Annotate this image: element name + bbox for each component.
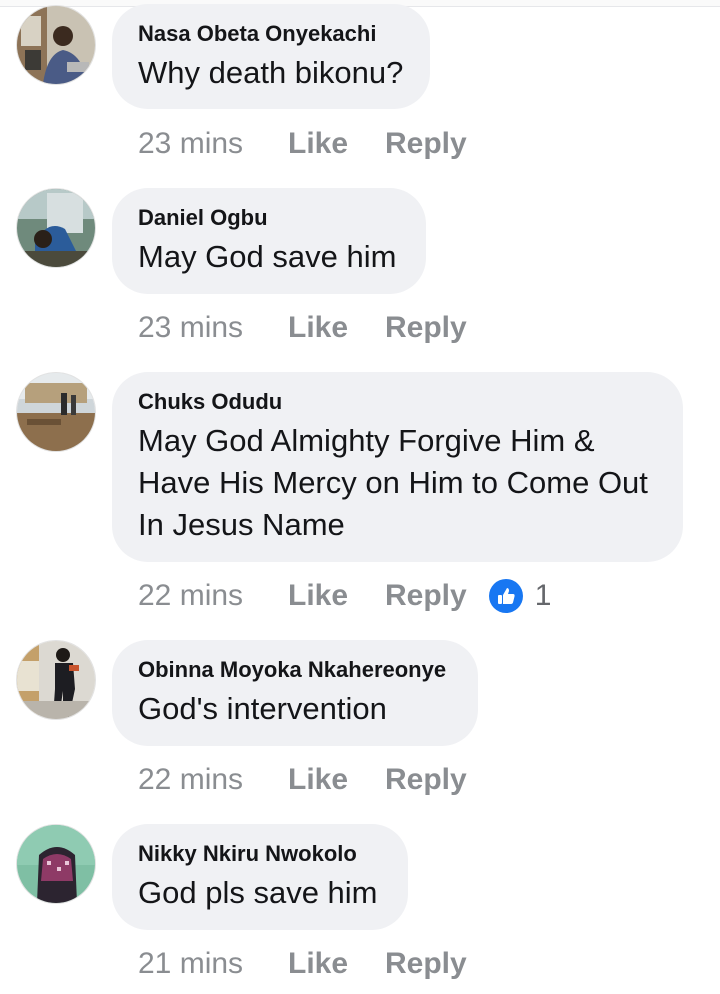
comment-timestamp[interactable]: 23 mins: [138, 311, 288, 345]
thumbs-up-icon: [488, 579, 523, 613]
like-button[interactable]: Like: [288, 947, 385, 981]
comment-text-line: In Jesus Name: [138, 507, 345, 542]
avatar[interactable]: [17, 373, 95, 451]
avatar-photo: [17, 641, 95, 719]
avatar[interactable]: [17, 825, 95, 903]
comment-actions: 23 mins Like Reply: [138, 123, 467, 165]
like-button[interactable]: Like: [288, 127, 385, 161]
comment-text-line: Have His Mercy on Him to Come Out: [138, 465, 648, 500]
comment-actions: 22 mins Like Reply: [138, 759, 467, 801]
reply-button[interactable]: Reply: [385, 579, 467, 613]
reaction-count: 1: [534, 579, 552, 612]
comment-author[interactable]: Nikky Nkiru Nwokolo: [138, 840, 382, 868]
comment-author[interactable]: Nasa Obeta Onyekachi: [138, 20, 404, 48]
comment-bubble: Daniel Ogbu May God save him: [112, 188, 426, 294]
comment-bubble: Obinna Moyoka Nkahereonye God's interven…: [112, 640, 478, 746]
comment-timestamp[interactable]: 22 mins: [138, 579, 288, 613]
avatar-photo: [17, 825, 95, 903]
comment-timestamp[interactable]: 22 mins: [138, 763, 288, 797]
avatar-photo: [17, 6, 95, 84]
avatar[interactable]: [17, 189, 95, 267]
comment-text: God's intervention: [138, 691, 387, 726]
comment-text: God pls save him: [138, 875, 378, 910]
reply-button[interactable]: Reply: [385, 947, 467, 981]
comment-timestamp[interactable]: 23 mins: [138, 127, 288, 161]
comment-text: May God Almighty Forgive Him & Have His …: [138, 420, 657, 546]
avatar[interactable]: [17, 641, 95, 719]
comment-text: May God save him: [138, 239, 397, 274]
comment-author[interactable]: Chuks Odudu: [138, 388, 657, 416]
comment-timestamp[interactable]: 21 mins: [138, 947, 288, 981]
comment-actions: 23 mins Like Reply: [138, 307, 467, 349]
comment-bubble: Nasa Obeta Onyekachi Why death bikonu?: [112, 4, 430, 109]
comment-actions: 22 mins Like Reply 1: [138, 575, 551, 617]
comment-text: Why death bikonu?: [138, 55, 404, 90]
reaction-summary[interactable]: 1: [488, 579, 552, 613]
comment-bubble: Nikky Nkiru Nwokolo God pls save him: [112, 824, 408, 930]
like-button[interactable]: Like: [288, 311, 385, 345]
reply-button[interactable]: Reply: [385, 311, 467, 345]
comment-author[interactable]: Obinna Moyoka Nkahereonye: [138, 656, 452, 684]
avatar-photo: [17, 189, 95, 267]
comment-bubble: Chuks Odudu May God Almighty Forgive Him…: [112, 372, 683, 562]
avatar[interactable]: [17, 6, 95, 84]
comment-actions: 21 mins Like Reply: [138, 943, 467, 985]
like-button[interactable]: Like: [288, 763, 385, 797]
like-button[interactable]: Like: [288, 579, 385, 613]
avatar-photo: [17, 373, 95, 451]
comment-author[interactable]: Daniel Ogbu: [138, 204, 400, 232]
comment-text-line: May God Almighty Forgive Him &: [138, 423, 595, 458]
reply-button[interactable]: Reply: [385, 127, 467, 161]
reply-button[interactable]: Reply: [385, 763, 467, 797]
